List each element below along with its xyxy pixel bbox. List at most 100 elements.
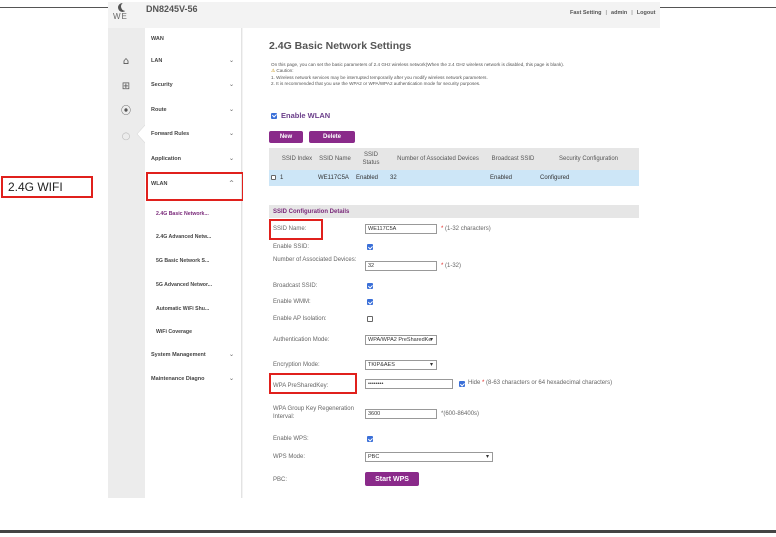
- submenu-label: WiFi Coverage: [156, 329, 192, 335]
- menu-item-wan[interactable]: WAN: [145, 28, 242, 50]
- required-mark: *: [441, 226, 444, 232]
- auth-mode-value: WPA/WPA2 PreSharedKe: [368, 337, 432, 343]
- bottom-divider: [0, 530, 776, 533]
- broadcast-ssid-checkbox[interactable]: [367, 283, 373, 289]
- menu-item-label: Maintenance Diagno: [151, 376, 205, 382]
- compass-icon[interactable]: ⦿: [120, 106, 132, 118]
- device-model: DN8245V-56: [146, 4, 198, 14]
- enable-wlan-option: Enable WLAN: [271, 111, 330, 120]
- new-button[interactable]: New: [269, 131, 303, 143]
- auth-mode-select[interactable]: WPA/WPA2 PreSharedKe: [365, 335, 437, 345]
- table-cell: 32: [388, 170, 488, 186]
- hint-text: (1-32): [445, 263, 462, 269]
- wps-mode-label: WPS Mode:: [273, 454, 306, 460]
- menu-item-label: Security: [151, 82, 173, 88]
- fast-setting-link[interactable]: Fast Setting: [570, 10, 601, 16]
- caution-item-2: 2. It is recommended that you use the WP…: [271, 81, 481, 86]
- num-devices-input[interactable]: 32: [365, 261, 437, 271]
- submenu-label: 2.4G Basic Network...: [156, 211, 209, 217]
- table-row[interactable]: 1 WE117C5A Enabled 32 Enabled Configured: [269, 170, 639, 186]
- submenu-label: Automatic WiFi Shu...: [156, 306, 210, 312]
- wmm-label: Enable WMM:: [273, 299, 311, 305]
- chevron-down-icon: ⌄: [228, 57, 234, 64]
- wps-mode-value: PBC: [368, 454, 380, 460]
- wps-mode-select[interactable]: PBC: [365, 452, 493, 462]
- delete-button[interactable]: Delete: [309, 131, 355, 143]
- page-description: On this page, you can set the basic para…: [271, 62, 651, 87]
- psk-highlight-box: [269, 373, 357, 394]
- chevron-down-icon: ⌄: [228, 81, 234, 88]
- header-links: Fast Setting | admin | Logout: [570, 10, 655, 16]
- submenu-label: 5G Advanced Networ...: [156, 282, 213, 288]
- table-cell: Enabled: [354, 170, 388, 186]
- ap-isolation-checkbox[interactable]: [367, 316, 373, 322]
- num-devices-hint: * (1-32): [441, 263, 461, 269]
- table-cell: 1: [278, 170, 316, 186]
- ssid-name-hint: * (1-32 characters): [441, 226, 491, 232]
- menu-item-maintenance[interactable]: Maintenance Diagno ⌄: [145, 368, 242, 390]
- encryption-mode-value: TKIP&AES: [368, 362, 395, 368]
- column-header: Number of Associated Devices: [388, 148, 488, 170]
- table-cell: Configured: [538, 170, 639, 186]
- encryption-mode-label: Encryption Mode:: [273, 362, 320, 368]
- chevron-down-icon: ⌄: [228, 375, 234, 382]
- auth-mode-label: Authentication Mode:: [273, 337, 330, 343]
- menu-item-route[interactable]: Route ⌄: [145, 99, 242, 121]
- required-mark: *: [482, 380, 485, 386]
- rekey-interval-input[interactable]: 3600: [365, 409, 437, 419]
- enable-wps-checkbox[interactable]: [367, 436, 373, 442]
- brand-logo: WE: [113, 2, 133, 23]
- column-header: SSID Status: [354, 148, 388, 170]
- submenu-5g-basic[interactable]: 5G Basic Network S...: [145, 250, 242, 272]
- warning-icon: ⚠: [271, 69, 276, 74]
- forward-icon[interactable]: ○: [120, 131, 132, 143]
- submenu-5g-advanced[interactable]: 5G Advanced Networ...: [145, 274, 242, 296]
- wmm-checkbox[interactable]: [367, 299, 373, 305]
- enable-wlan-checkbox[interactable]: [271, 112, 277, 119]
- submenu-24g-advanced[interactable]: 2.4G Advanced Netw...: [145, 226, 242, 248]
- hint-text: (8-63 characters or 64 hexadecimal chara…: [486, 380, 613, 386]
- menu-item-system-management[interactable]: System Management ⌄: [145, 344, 242, 366]
- enable-ssid-checkbox[interactable]: [367, 244, 373, 250]
- submenu-24g-basic[interactable]: 2.4G Basic Network...: [145, 203, 242, 225]
- psk-input[interactable]: ••••••••: [365, 379, 453, 389]
- ssid-name-input[interactable]: WE117C5A: [365, 224, 437, 234]
- column-header: SSID Index: [278, 148, 316, 170]
- column-header: SSID Name: [316, 148, 354, 170]
- menu-item-security[interactable]: Security ⌄: [145, 74, 242, 96]
- callout-text: 2.4G WIFI: [8, 180, 63, 194]
- logo-moon-icon: [118, 2, 130, 12]
- row-select-checkbox[interactable]: [269, 170, 278, 186]
- plus-box-icon[interactable]: ⊞: [120, 81, 132, 93]
- submenu-label: 5G Basic Network S...: [156, 258, 210, 264]
- enable-ssid-label: Enable SSID:: [273, 244, 310, 250]
- menu-item-label: Route: [151, 107, 167, 113]
- chevron-down-icon: ⌄: [228, 106, 234, 113]
- submenu-auto-wifi-shutdown[interactable]: Automatic WiFi Shu...: [145, 298, 242, 320]
- hide-label: Hide: [468, 380, 481, 386]
- menu-item-lan[interactable]: LAN ⌄: [145, 50, 242, 72]
- menu-item-forward-rules[interactable]: Forward Rules ⌄: [145, 123, 242, 145]
- menu-item-label: System Management: [151, 352, 206, 358]
- menu-item-application[interactable]: Application ⌄: [145, 148, 242, 170]
- logo-text: WE: [113, 12, 128, 21]
- wlan-highlight-box: [146, 172, 244, 201]
- pbc-label: PBC:: [273, 477, 288, 483]
- logout-link[interactable]: Logout: [637, 10, 656, 16]
- enable-wlan-label: Enable WLAN: [281, 111, 331, 120]
- page-title: 2.4G Basic Network Settings: [269, 40, 412, 52]
- icon-rail: ⌂ ⊞ ⦿ ○: [108, 28, 145, 498]
- hide-psk-checkbox[interactable]: [459, 381, 465, 387]
- chevron-down-icon: ⌄: [228, 155, 234, 162]
- ssid-name-highlight-box: [269, 219, 323, 240]
- submenu-wifi-coverage[interactable]: WiFi Coverage: [145, 321, 242, 343]
- psk-hint: Hide * (8-63 characters or 64 hexadecima…: [468, 380, 646, 386]
- rekey-interval-label: WPA Group Key Regeneration Interval:: [273, 406, 354, 420]
- home-icon[interactable]: ⌂: [120, 56, 132, 68]
- enable-wps-label: Enable WPS:: [273, 436, 309, 442]
- chevron-down-icon: ⌄: [228, 351, 234, 358]
- admin-link[interactable]: admin: [611, 10, 627, 16]
- table-cell: Enabled: [488, 170, 538, 186]
- start-wps-button[interactable]: Start WPS: [365, 472, 419, 486]
- encryption-mode-select[interactable]: TKIP&AES: [365, 360, 437, 370]
